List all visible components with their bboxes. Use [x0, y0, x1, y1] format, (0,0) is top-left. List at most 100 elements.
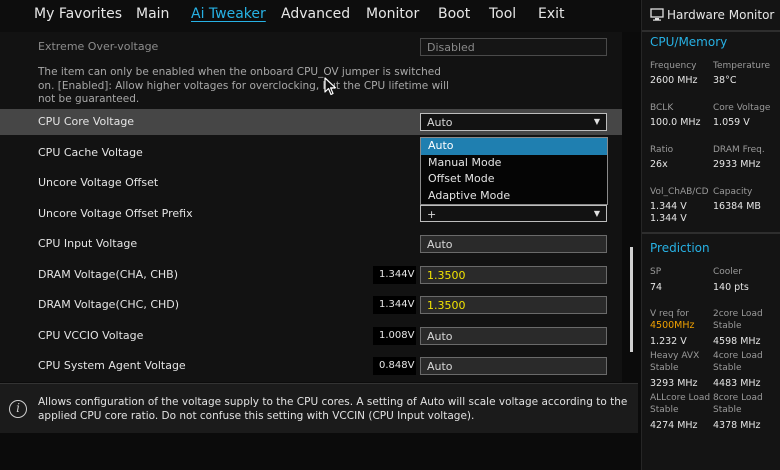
two-core-stable-label: Stable [713, 321, 742, 331]
dram-voltage-cd-reading: 1.344V [373, 296, 416, 314]
four-core-value: 4483 MHz [713, 378, 761, 389]
bclk-label: BCLK [650, 103, 674, 113]
dram-voltage-cd-input[interactable]: 1.3500 [420, 296, 607, 314]
vreq-freq: 4500MHz [650, 320, 695, 331]
dropdown-caret-icon: ▼ [593, 117, 600, 126]
dram-voltage-ab-label: DRAM Voltage(CHA, CHB) [38, 268, 178, 281]
frequency-value: 2600 MHz [650, 75, 698, 86]
tab-my-favorites[interactable]: My Favorites [34, 6, 122, 22]
tab-tool[interactable]: Tool [489, 6, 516, 22]
capacity-value: 16384 MB [713, 201, 761, 212]
eight-core-value: 4378 MHz [713, 420, 761, 431]
temperature-value: 38°C [713, 75, 737, 86]
two-core-value: 4598 MHz [713, 336, 761, 347]
hardware-monitor-panel: Hardware Monitor CPU/Memory Frequency 26… [641, 0, 780, 470]
prediction-heading: Prediction [650, 241, 710, 255]
cpu-sa-voltage-label: CPU System Agent Voltage [38, 359, 186, 372]
bclk-value: 100.0 MHz [650, 117, 701, 128]
row-dram-voltage-ab[interactable]: DRAM Voltage(CHA, CHB) 1.344V 1.3500 [0, 262, 622, 288]
temperature-label: Temperature [713, 61, 771, 71]
hardware-monitor-header: Hardware Monitor [642, 0, 780, 30]
cooler-value: 140 pts [713, 282, 749, 293]
uncore-voltage-offset-label: Uncore Voltage Offset [38, 176, 159, 189]
vreq-value: 1.232 V [650, 336, 687, 347]
ratio-label: Ratio [650, 145, 674, 155]
all-core-label: ALLcore Load [650, 393, 711, 403]
sp-value: 74 [650, 282, 663, 293]
row-cpu-vccio-voltage[interactable]: CPU VCCIO Voltage 1.008V Auto [0, 323, 622, 349]
mouse-cursor-icon [324, 77, 337, 96]
row-dram-voltage-cd[interactable]: DRAM Voltage(CHC, CHD) 1.344V 1.3500 [0, 292, 622, 318]
row-extreme-overvoltage[interactable]: Extreme Over-voltage Disabled [0, 34, 622, 60]
two-core-label: 2core Load [713, 309, 763, 319]
cpu-core-voltage-dropdown: Auto Manual Mode Offset Mode Adaptive Mo… [420, 137, 608, 205]
info-icon: i [9, 400, 27, 418]
help-text: Allows configuration of the voltage supp… [38, 396, 628, 422]
monitor-divider [642, 30, 780, 32]
monitor-icon [650, 8, 664, 21]
cpu-ov-note: The item can only be enabled when the on… [38, 66, 449, 105]
monitor-divider [642, 232, 780, 234]
extreme-overvoltage-field[interactable]: Disabled [420, 38, 607, 56]
cooler-label: Cooler [713, 267, 743, 277]
cpu-sa-voltage-field[interactable]: Auto [420, 357, 607, 375]
tab-ai-tweaker[interactable]: Ai Tweaker [191, 6, 266, 22]
tab-advanced[interactable]: Advanced [281, 6, 350, 22]
dram-voltage-ab-input[interactable]: 1.3500 [420, 266, 607, 284]
four-core-label: 4core Load [713, 351, 763, 361]
dropdown-caret-icon: ▼ [593, 209, 600, 218]
cpu-memory-heading: CPU/Memory [650, 35, 728, 49]
cpu-sa-voltage-reading: 0.848V [373, 357, 416, 375]
tab-exit[interactable]: Exit [538, 6, 565, 22]
tab-main[interactable]: Main [136, 6, 169, 22]
top-menu-bar: My Favorites Main Ai Tweaker Advanced Mo… [0, 0, 640, 32]
tab-boot[interactable]: Boot [438, 6, 470, 22]
eight-core-stable-label: Stable [713, 405, 742, 415]
dram-freq-value: 2933 MHz [713, 159, 761, 170]
core-voltage-value: 1.059 V [713, 117, 750, 128]
vol-chab-cd-label: Vol_ChAB/CD [650, 187, 709, 197]
dram-freq-label: DRAM Freq. [713, 145, 765, 155]
bottom-strip [0, 433, 638, 470]
vreq-label: V req for [650, 309, 690, 319]
uncore-voltage-offset-prefix-label: Uncore Voltage Offset Prefix [38, 207, 193, 220]
cpu-cache-voltage-label: CPU Cache Voltage [38, 146, 143, 159]
dropdown-option-manual[interactable]: Manual Mode [421, 155, 607, 172]
heavy-avx-stable-label: Stable [650, 363, 679, 373]
frequency-label: Frequency [650, 61, 697, 71]
cpu-vccio-voltage-reading: 1.008V [373, 327, 416, 345]
all-core-value: 4274 MHz [650, 420, 698, 431]
row-cpu-sa-voltage[interactable]: CPU System Agent Voltage 0.848V Auto [0, 353, 622, 379]
eight-core-label: 8core Load [713, 393, 763, 403]
uncore-voltage-offset-prefix-value: + [427, 208, 437, 221]
capacity-label: Capacity [713, 187, 753, 197]
four-core-stable-label: Stable [713, 363, 742, 373]
dropdown-option-offset[interactable]: Offset Mode [421, 171, 607, 188]
ratio-value: 26x [650, 159, 668, 170]
hardware-monitor-title: Hardware Monitor [667, 8, 775, 22]
uncore-voltage-offset-prefix-select[interactable]: + ▼ [420, 205, 607, 222]
help-bar: i Allows configuration of the voltage su… [0, 383, 638, 433]
vol-chab-value: 1.344 V [650, 201, 687, 212]
dram-voltage-cd-label: DRAM Voltage(CHC, CHD) [38, 298, 180, 311]
dropdown-option-auto[interactable]: Auto [421, 138, 607, 155]
tab-monitor[interactable]: Monitor [366, 6, 419, 22]
all-core-stable-label: Stable [650, 405, 679, 415]
extreme-overvoltage-label: Extreme Over-voltage [38, 40, 159, 53]
cpu-vccio-voltage-field[interactable]: Auto [420, 327, 607, 345]
cpu-input-voltage-label: CPU Input Voltage [38, 237, 138, 250]
row-cpu-core-voltage[interactable]: CPU Core Voltage Auto ▼ [0, 109, 622, 135]
core-voltage-label: Core Voltage [713, 103, 771, 113]
cpu-core-voltage-value: Auto [427, 116, 453, 129]
scrollbar-thumb[interactable] [630, 247, 633, 352]
heavy-avx-label: Heavy AVX [650, 351, 700, 361]
cpu-vccio-voltage-label: CPU VCCIO Voltage [38, 329, 144, 342]
cpu-core-voltage-label: CPU Core Voltage [38, 115, 135, 128]
dropdown-option-adaptive[interactable]: Adaptive Mode [421, 188, 607, 205]
sp-label: SP [650, 267, 662, 277]
cpu-core-voltage-select[interactable]: Auto ▼ [420, 113, 607, 131]
vol-chcd-value: 1.344 V [650, 213, 687, 224]
dram-voltage-ab-reading: 1.344V [373, 266, 416, 284]
cpu-input-voltage-field[interactable]: Auto [420, 235, 607, 253]
row-cpu-input-voltage[interactable]: CPU Input Voltage Auto [0, 231, 622, 257]
